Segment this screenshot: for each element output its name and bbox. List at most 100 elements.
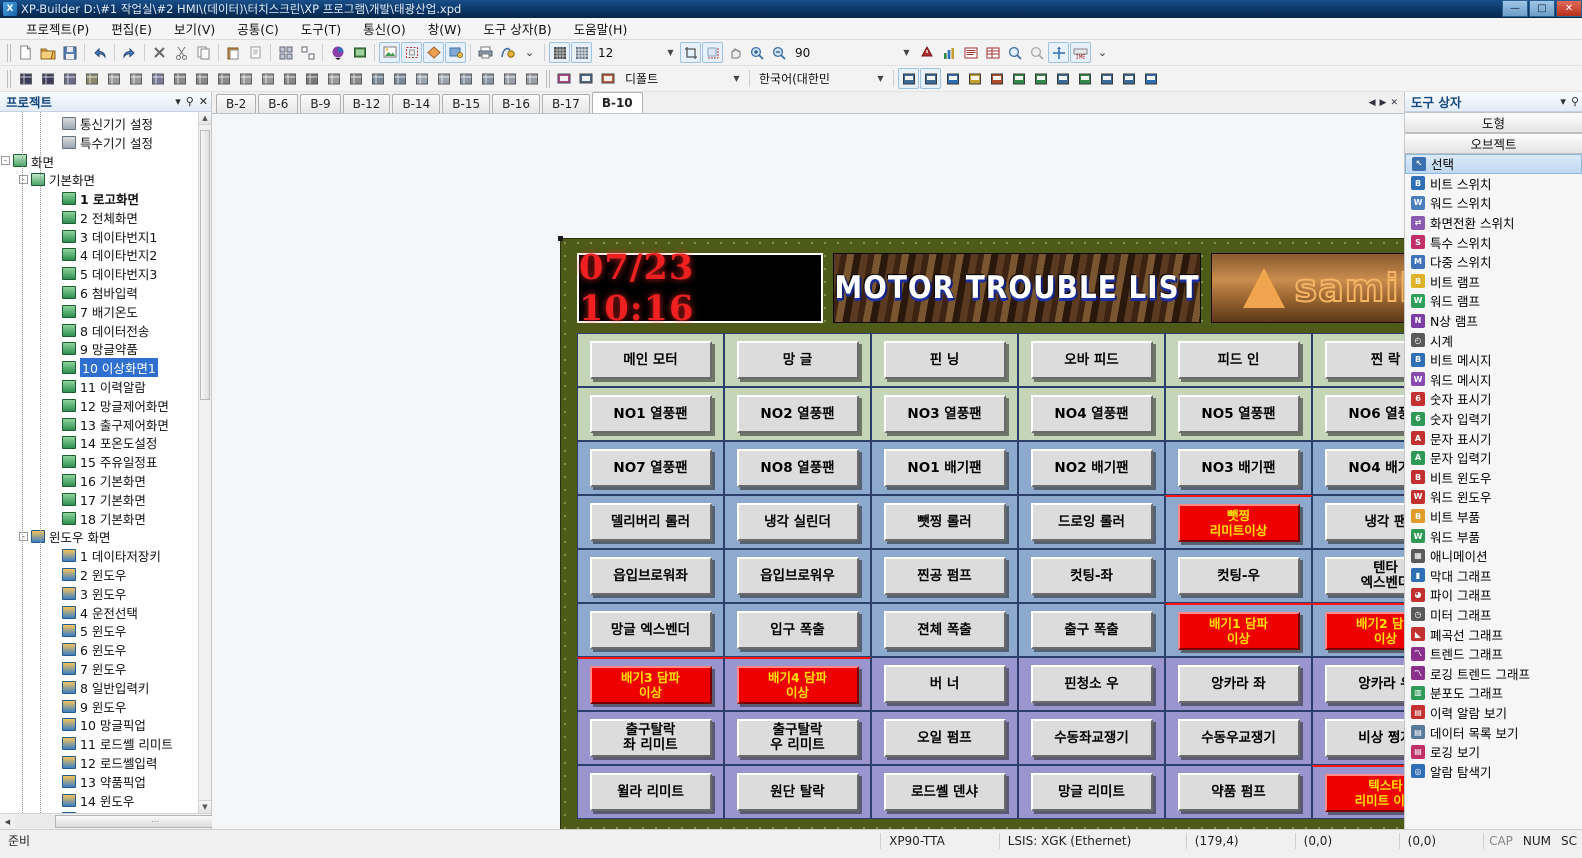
screen-tab-b-2[interactable]: B-2 bbox=[216, 94, 257, 113]
screen-property-icon[interactable] bbox=[349, 42, 370, 63]
motor-button[interactable]: 드로잉 롤러 bbox=[1030, 503, 1153, 541]
tree-item[interactable]: - 윈도우 화면 bbox=[0, 528, 211, 547]
zoom-out-icon[interactable] bbox=[768, 42, 789, 63]
send-back-icon[interactable] bbox=[389, 68, 410, 89]
tree-item[interactable]: - 기본화면 bbox=[0, 170, 211, 189]
chevron-down-icon[interactable]: ▼ bbox=[730, 74, 743, 83]
tree-item[interactable]: 8 데이터전송 bbox=[0, 321, 211, 340]
tree-item[interactable]: 9 망글약품 bbox=[0, 340, 211, 359]
recipe-icon[interactable] bbox=[1052, 68, 1073, 89]
screen-tab-b-14[interactable]: B-14 bbox=[392, 94, 441, 113]
motor-button[interactable]: 출구탈락 우 리미트 bbox=[736, 719, 859, 757]
tree-item[interactable]: 3 윈도우 bbox=[0, 584, 211, 603]
tag-icon[interactable] bbox=[898, 68, 919, 89]
motor-button[interactable]: 출구 폭출 bbox=[1030, 611, 1153, 649]
forward-icon[interactable] bbox=[411, 68, 432, 89]
toolbox-item-bit-message[interactable]: B 비트 메시지 bbox=[1405, 350, 1582, 370]
tree-item[interactable]: 16 기본화면 bbox=[0, 471, 211, 490]
object-icon[interactable] bbox=[445, 42, 466, 63]
align-center-h-icon[interactable] bbox=[147, 68, 168, 89]
zoom-level-combo[interactable]: 90 ▼ bbox=[790, 43, 915, 62]
motor-button[interactable]: 냉각 팬 bbox=[1324, 503, 1404, 541]
tree-item[interactable]: 13 출구제어화면 bbox=[0, 415, 211, 434]
toolbox-item-word-switch[interactable]: W 워드 스위치 bbox=[1405, 193, 1582, 213]
tree-item[interactable]: 4091 DEC Keypad bbox=[0, 809, 211, 813]
tree-item[interactable]: 17 기본화면 bbox=[0, 490, 211, 509]
toolbox-item-logging-trend-graph[interactable]: 〽 로깅 트렌드 그래프 bbox=[1405, 663, 1582, 683]
toolbar-grip[interactable] bbox=[7, 69, 11, 88]
bring-front-icon[interactable] bbox=[367, 68, 388, 89]
align-right-icon[interactable] bbox=[169, 68, 190, 89]
motor-button[interactable]: NO2 배기팬 bbox=[1030, 449, 1153, 487]
snap-grid-icon[interactable] bbox=[571, 42, 592, 63]
tree-item[interactable]: 6 첨바입력 bbox=[0, 283, 211, 302]
toolbox-item-word-part[interactable]: W 워드 부품 bbox=[1405, 526, 1582, 546]
tree-item[interactable]: 6 윈도우 bbox=[0, 640, 211, 659]
next-tab-icon[interactable]: ▶ bbox=[1380, 98, 1387, 108]
motor-button[interactable]: 로드쎌 덴샤 bbox=[883, 773, 1006, 811]
tree-item[interactable]: 2 전체화면 bbox=[0, 208, 211, 227]
tree-expander[interactable]: - bbox=[18, 531, 29, 542]
alarm-button[interactable]: 배기3 담파 이상 bbox=[589, 665, 712, 704]
design-canvas[interactable]: 07/23 10:16 MOTOR TROUBLE LIST samill 메인… bbox=[212, 114, 1404, 829]
table-icon[interactable] bbox=[982, 42, 1003, 63]
menu-item-4[interactable]: 도구(T) bbox=[291, 17, 351, 40]
simulate-icon[interactable] bbox=[1118, 68, 1139, 89]
toolbox-band-shape[interactable]: 도형 bbox=[1405, 112, 1582, 133]
tree-horizontal-scrollbar[interactable]: ◀ ⋯ ▶ bbox=[0, 813, 255, 829]
rotate-icon[interactable] bbox=[81, 68, 102, 89]
select-area-icon[interactable] bbox=[401, 42, 422, 63]
motor-button[interactable]: NO7 열풍팬 bbox=[589, 449, 712, 487]
toolbox-item-bar-graph[interactable]: ▮ 막대 그래프 bbox=[1405, 565, 1582, 585]
motor-button[interactable]: 읍입브로워우 bbox=[736, 557, 859, 595]
toolbox-item-special-switch[interactable]: S 특수 스위치 bbox=[1405, 232, 1582, 252]
motor-button[interactable]: NO8 열풍팬 bbox=[736, 449, 859, 487]
network-icon[interactable] bbox=[1140, 68, 1161, 89]
tree-item[interactable]: 통신기기 설정 bbox=[0, 114, 211, 133]
copy-icon[interactable] bbox=[193, 42, 214, 63]
toolbox-item-bit-window[interactable]: B 비트 윈도우 bbox=[1405, 468, 1582, 488]
motor-button[interactable]: 냉각 실린더 bbox=[736, 503, 859, 541]
lock-icon[interactable] bbox=[477, 68, 498, 89]
align-center-v-icon[interactable] bbox=[191, 68, 212, 89]
cut-icon[interactable] bbox=[171, 42, 192, 63]
redo-icon[interactable] bbox=[119, 42, 140, 63]
pin-icon[interactable]: ⚲ bbox=[186, 95, 194, 108]
tree-vertical-scrollbar[interactable]: ▲ ▼ bbox=[198, 112, 211, 813]
tree-item[interactable]: 5 윈도우 bbox=[0, 622, 211, 641]
motor-button[interactable]: 앙카라 우 bbox=[1324, 665, 1404, 703]
toolbox-item-bit-switch[interactable]: B 비트 스위치 bbox=[1405, 174, 1582, 194]
motor-button[interactable]: 망글 리미트 bbox=[1030, 773, 1153, 811]
grid-size-combo[interactable]: 12 ▼ bbox=[593, 43, 679, 62]
paste-icon[interactable] bbox=[223, 42, 244, 63]
motor-button[interactable]: 앙카라 좌 bbox=[1177, 665, 1300, 703]
motor-button[interactable]: NO3 배기팬 bbox=[1177, 449, 1300, 487]
scroll-down-arrow[interactable]: ▼ bbox=[199, 800, 211, 813]
motor-button[interactable]: 텐타 엑스벤더 bbox=[1324, 557, 1404, 595]
motor-button[interactable]: 찐 락 bbox=[1324, 341, 1404, 379]
tree-item[interactable]: 1 로고화면 bbox=[0, 189, 211, 208]
motor-button[interactable]: 입구 폭출 bbox=[736, 611, 859, 649]
motor-button[interactable]: 원단 탈락 bbox=[736, 773, 859, 811]
group-icon[interactable] bbox=[275, 42, 296, 63]
tree-item[interactable]: 8 일반입력키 bbox=[0, 678, 211, 697]
spacing-icon[interactable] bbox=[345, 68, 366, 89]
monitor-icon[interactable] bbox=[964, 68, 985, 89]
motor-button[interactable]: NO4 열풍팬 bbox=[1030, 395, 1153, 433]
tree-expander[interactable]: - bbox=[0, 155, 11, 166]
tree-item[interactable]: 7 윈도우 bbox=[0, 659, 211, 678]
grid-toggle-icon[interactable] bbox=[549, 42, 570, 63]
toolbox-item-numeric-input[interactable]: 6 숫자 입력기 bbox=[1405, 409, 1582, 429]
motor-button[interactable]: 핀 닝 bbox=[883, 341, 1006, 379]
motor-button[interactable]: 윌라 리미트 bbox=[589, 773, 712, 811]
undo-icon[interactable] bbox=[89, 42, 110, 63]
toolbox-item-logging-view[interactable]: ▤ 로깅 보기 bbox=[1405, 742, 1582, 762]
toolbox-item-word-message[interactable]: W 워드 메시지 bbox=[1405, 370, 1582, 390]
tree-scroll-thumb[interactable] bbox=[200, 130, 210, 400]
alarm-list-icon[interactable] bbox=[1096, 68, 1117, 89]
picture-icon[interactable] bbox=[1008, 68, 1029, 89]
toolbox-item-distribution-graph[interactable]: ▥ 분포도 그래프 bbox=[1405, 683, 1582, 703]
motor-button[interactable]: 찐공 펌프 bbox=[883, 557, 1006, 595]
style-combo[interactable]: 디폴트 ▼ bbox=[620, 69, 745, 88]
same-width-icon[interactable] bbox=[279, 68, 300, 89]
